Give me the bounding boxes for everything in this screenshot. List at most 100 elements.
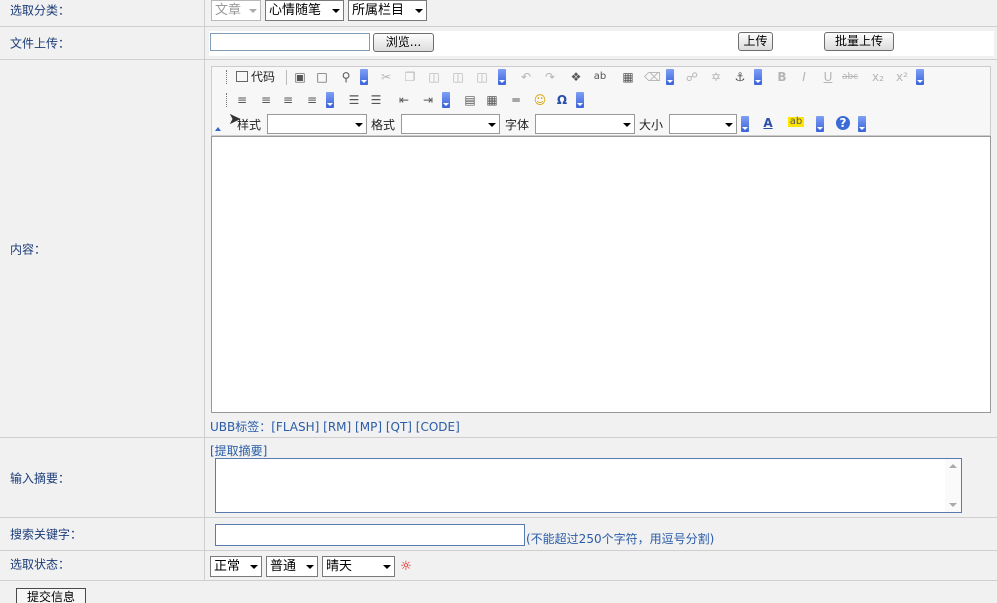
indent-icon[interactable]: ⇥ [420, 92, 436, 108]
redo-icon[interactable]: ↷ [542, 69, 558, 85]
align-justify-icon[interactable]: ≡ [304, 92, 320, 108]
toolbar-more-dropdown[interactable] [576, 92, 584, 108]
undo-icon[interactable]: ↶ [518, 69, 534, 85]
ordered-list-icon[interactable]: ☰ [346, 92, 362, 108]
batch-upload-button[interactable]: 批量上传 [824, 32, 894, 51]
image-icon[interactable]: ▤ [462, 92, 478, 108]
toolbar-more-dropdown[interactable] [442, 92, 450, 108]
toolbar-more-dropdown[interactable] [816, 116, 824, 132]
file-path-input[interactable] [210, 33, 370, 51]
new-page-icon[interactable]: □ [314, 69, 330, 85]
column-select[interactable]: 所属栏目 [348, 0, 427, 21]
save-icon[interactable]: ▣ [292, 69, 308, 85]
italic-icon[interactable]: I [796, 69, 812, 85]
toolbar-more-dropdown[interactable] [858, 116, 866, 132]
table-icon[interactable]: ▦ [484, 92, 500, 108]
code-icon [236, 71, 248, 82]
status-label-cell: 选取状态： [0, 551, 205, 580]
subscript-icon[interactable]: x₂ [870, 69, 886, 85]
mood-select[interactable]: 心情随笔 [265, 0, 344, 21]
cut-icon[interactable]: ✂ [378, 69, 394, 85]
select-all-icon[interactable]: ▦ [620, 69, 636, 85]
category-label: 选取分类： [10, 3, 71, 18]
keywords-row: 搜索关键字： (不能超过250个字符，用逗号分割) [0, 518, 997, 551]
align-right-icon[interactable]: ≡ [280, 92, 296, 108]
unordered-list-icon[interactable]: ☰ [368, 92, 384, 108]
style-select[interactable] [267, 114, 367, 134]
bold-icon[interactable]: B [774, 69, 790, 85]
toolbar-more-dropdown[interactable] [360, 69, 368, 85]
align-center-icon[interactable]: ≡ [258, 92, 274, 108]
scroll-down-icon[interactable] [949, 503, 957, 507]
toolbar-collapse-icon[interactable] [215, 127, 221, 131]
category-cell: 文章 心情随笔 所属栏目 [206, 0, 997, 26]
toolbar-more-dropdown[interactable] [754, 69, 762, 85]
ubb-label: UBB标签： [210, 420, 272, 434]
category-label-cell: 选取分类： [0, 0, 205, 26]
paste-word-icon[interactable]: ◫ [474, 69, 490, 85]
source-code-button[interactable]: 代码 [236, 69, 275, 86]
state-select[interactable]: 正常 [210, 556, 262, 577]
font-select[interactable] [535, 114, 635, 134]
editor-toolbar: 代码 ▣ □ ⚲ ✂ ❐ ◫ ◫ ◫ ↶ ↷ ❖ ab ▦ ⌫ ☍ ✡ ⚓ B … [211, 66, 991, 136]
submit-button[interactable]: 提交信息 [16, 588, 86, 603]
level-select[interactable]: 普通 [266, 556, 318, 577]
upload-button[interactable]: 上传 [738, 32, 773, 51]
smiley-icon[interactable]: ☺ [532, 92, 548, 108]
toolbar-separator [286, 70, 287, 85]
outdent-icon[interactable]: ⇤ [396, 92, 412, 108]
browse-button[interactable]: 浏览... [373, 33, 434, 52]
replace-icon[interactable]: ab [592, 69, 608, 85]
toolbar-more-dropdown[interactable] [498, 69, 506, 85]
keywords-input[interactable] [215, 524, 525, 546]
upload-row: 文件上传： 浏览... 上传 批量上传 [0, 27, 997, 60]
ubb-mp-link[interactable]: [MP] [355, 420, 382, 434]
status-cell: 正常 普通 晴天 ☼ [206, 551, 997, 580]
upload-label: 文件上传： [10, 36, 71, 51]
editor-body[interactable] [211, 136, 991, 413]
help-icon[interactable]: ? [836, 116, 850, 130]
content-label: 内容： [10, 242, 47, 256]
unlink-icon[interactable]: ✡ [708, 69, 724, 85]
anchor-icon[interactable]: ⚓ [732, 69, 748, 85]
textarea-scrollbar[interactable] [945, 459, 961, 512]
paste-text-icon[interactable]: ◫ [450, 69, 466, 85]
toolbar-more-dropdown[interactable] [741, 116, 749, 132]
keywords-label-cell: 搜索关键字： [0, 518, 205, 550]
size-select[interactable] [669, 114, 737, 134]
horizontal-rule-icon[interactable]: ═ [508, 92, 524, 108]
format-select[interactable] [401, 114, 500, 134]
special-char-icon[interactable]: Ω [554, 92, 570, 108]
keywords-cell: (不能超过250个字符，用逗号分割) [206, 518, 997, 550]
paste-icon[interactable]: ◫ [426, 69, 442, 85]
ubb-qt-link[interactable]: [QT] [386, 420, 412, 434]
link-icon[interactable]: ☍ [684, 69, 700, 85]
category-row: 选取分类： 文章 心情随笔 所属栏目 [0, 0, 997, 27]
summary-textarea[interactable] [215, 458, 962, 513]
background-color-icon[interactable]: ab [788, 117, 804, 127]
toolbar-more-dropdown[interactable] [916, 69, 924, 85]
ubb-rm-link[interactable]: [RM] [323, 420, 351, 434]
article-type-select[interactable]: 文章 [211, 0, 261, 21]
preview-icon[interactable]: ⚲ [338, 69, 354, 85]
ubb-flash-link[interactable]: [FLASH] [271, 420, 319, 434]
status-row: 选取状态： 正常 普通 晴天 ☼ [0, 551, 997, 581]
scroll-up-icon[interactable] [949, 464, 957, 468]
superscript-icon[interactable]: x² [894, 69, 910, 85]
sunny-weather-icon: ☼ [400, 559, 412, 574]
text-color-icon[interactable]: A [760, 115, 776, 131]
remove-format-icon[interactable]: ⌫ [644, 69, 661, 85]
toolbar-more-dropdown[interactable] [326, 92, 334, 108]
summary-row: 输入摘要： [提取摘要] [0, 438, 997, 518]
toolbar-more-dropdown[interactable] [666, 69, 674, 85]
copy-icon[interactable]: ❐ [402, 69, 418, 85]
weather-select[interactable]: 晴天 [322, 556, 395, 577]
strikethrough-icon[interactable]: abc [842, 69, 858, 85]
align-left-icon[interactable]: ≡ [234, 92, 250, 108]
ubb-code-link[interactable]: [CODE] [416, 420, 460, 434]
toolbar-grip [226, 70, 229, 84]
extract-summary-link[interactable]: [提取摘要] [210, 442, 267, 459]
underline-icon[interactable]: U [820, 69, 836, 85]
find-icon[interactable]: ❖ [568, 69, 584, 85]
size-label: 大小 [639, 118, 664, 132]
